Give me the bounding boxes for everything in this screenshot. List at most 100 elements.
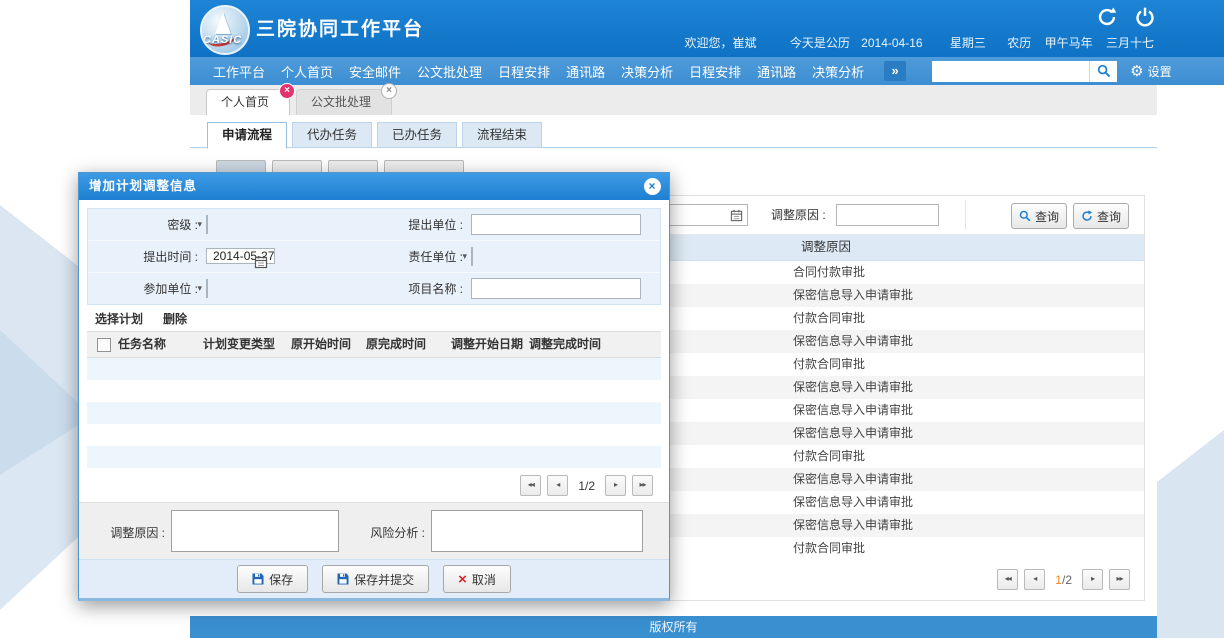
search-input[interactable] <box>932 61 1089 82</box>
top-header: CASIC 三院协同工作平台 欢迎您，崔斌 今天是公历 2014-04-16 星… <box>190 0 1224 58</box>
propose-unit-input[interactable] <box>471 214 641 235</box>
last-page-button[interactable]: ▸▸ <box>1109 569 1130 590</box>
subtab-todo-tasks[interactable]: 代办任务 <box>292 122 372 148</box>
subtabs: 申请流程 代办任务 已办任务 流程结束 <box>207 122 542 149</box>
tab-document-batch[interactable]: 公文批处理 × <box>296 89 392 115</box>
close-icon[interactable]: × <box>644 178 661 195</box>
nav-item-contacts-2[interactable]: 通讯路 <box>757 62 796 81</box>
save-submit-button-label: 保存并提交 <box>354 571 414 588</box>
reason-risk-section: 调整原因 : 风险分析 : <box>79 502 669 559</box>
plan-table-rows <box>87 358 661 468</box>
duty-unit-label: 责任单位 : <box>376 248 471 265</box>
col-task-name: 任务名称 <box>118 332 166 357</box>
search-icon <box>1019 210 1031 222</box>
page-indicator: 1/2 <box>1055 573 1072 587</box>
gear-icon: ⚙ <box>1130 64 1143 79</box>
power-icon[interactable] <box>1134 6 1156 28</box>
prev-page-button[interactable]: ◂ <box>1024 569 1045 590</box>
platform-title: 三院协同工作平台 <box>256 14 424 41</box>
tab-strip: 个人首页 × 公文批处理 × <box>190 85 1157 115</box>
page-indicator: 1/2 <box>578 479 595 493</box>
weekday: 星期三 <box>950 36 986 50</box>
subtab-apply-flow[interactable]: 申请流程 <box>207 122 287 149</box>
cancel-button-label: 取消 <box>472 571 496 588</box>
col-adjust-finish: 调整完成时间 <box>529 332 601 357</box>
settings-button[interactable]: ⚙ 设置 <box>1130 63 1171 80</box>
next-page-button[interactable]: ▸ <box>605 475 626 496</box>
lunar-day: 三月十七 <box>1106 36 1154 50</box>
column-title: 调整原因 <box>801 240 851 254</box>
prev-page-button[interactable]: ◂ <box>547 475 568 496</box>
nav-item-contacts[interactable]: 通讯路 <box>566 62 605 81</box>
risk-analysis-textarea[interactable] <box>431 510 643 552</box>
nav-item-schedule[interactable]: 日程安排 <box>498 62 550 81</box>
nav-item-decision-analysis[interactable]: 决策分析 <box>621 62 673 81</box>
form-row: 提出时间 : 2014-05-27 责任单位 : ▾ <box>88 241 660 273</box>
settings-label: 设置 <box>1148 63 1172 80</box>
search-button[interactable] <box>1089 61 1117 82</box>
background-shape <box>1157 430 1224 638</box>
save-and-submit-button[interactable]: 保存并提交 <box>322 565 429 593</box>
gregorian-date: 2014-04-16 <box>861 36 922 50</box>
save-button[interactable]: 保存 <box>237 565 308 593</box>
tab-close-icon[interactable]: × <box>381 83 397 99</box>
query-button[interactable]: 查询 <box>1011 203 1067 229</box>
reset-button-label: 查询 <box>1097 208 1121 225</box>
nav-item-decision-analysis-2[interactable]: 决策分析 <box>812 62 864 81</box>
adjust-reason-label: 调整原因 : <box>107 524 165 541</box>
select-all-checkbox[interactable] <box>97 338 111 352</box>
plan-table-pagination-row: ◂◂ ◂ 1/2 ▸ ▸▸ <box>87 468 661 502</box>
list-pagination: ◂◂ ◂ 1/2 ▸ ▸▸ <box>997 569 1130 590</box>
refresh-icon[interactable] <box>1096 6 1118 28</box>
dialog-action-bar: 保存 保存并提交 × 取消 <box>79 559 669 598</box>
welcome-user: 欢迎您，崔斌 <box>684 36 756 50</box>
next-page-button[interactable]: ▸ <box>1082 569 1103 590</box>
application-window: CASIC 三院协同工作平台 欢迎您，崔斌 今天是公历 2014-04-16 星… <box>0 0 1224 638</box>
nav-more-button[interactable]: » <box>884 61 906 81</box>
footer-copyright: 版权所有 <box>190 616 1157 638</box>
col-change-type: 计划变更类型 <box>203 332 275 357</box>
plan-table-header: 任务名称 计划变更类型 原开始时间 原完成时间 调整开始日期 调整完成时间 <box>87 331 661 358</box>
propose-time-input[interactable]: 2014-05-27 <box>206 248 275 264</box>
select-plan-link[interactable]: 选择计划 <box>95 310 143 327</box>
form-row: 密级 : ▾ 提出单位 : <box>88 209 660 241</box>
filter-reason-input[interactable] <box>836 204 939 226</box>
empty-row <box>87 446 661 468</box>
empty-row <box>87 424 661 446</box>
query-button-label: 查询 <box>1035 208 1059 225</box>
chevron-down-icon: ▾ <box>197 283 202 294</box>
secret-level-select[interactable]: ▾ <box>206 215 208 234</box>
reset-query-button[interactable]: 查询 <box>1073 203 1129 229</box>
nav-item-secure-mail[interactable]: 安全邮件 <box>349 62 401 81</box>
chevron-down-icon: ▾ <box>462 251 467 262</box>
join-unit-select[interactable]: ▾ <box>206 279 208 298</box>
delete-link[interactable]: 删除 <box>163 310 187 327</box>
nav-item-workplatform[interactable]: 工作平台 <box>213 62 265 81</box>
casic-logo: CASIC <box>200 5 250 55</box>
logo-text: CASIC <box>203 34 242 46</box>
dialog-form: 密级 : ▾ 提出单位 : 提出时间 : 2014-05-27 <box>87 208 661 305</box>
subtab-flow-end[interactable]: 流程结束 <box>462 122 542 148</box>
nav-item-schedule-2[interactable]: 日程安排 <box>689 62 741 81</box>
today-label: 今天是公历 <box>790 36 850 50</box>
propose-time-label: 提出时间 : <box>88 248 206 265</box>
first-page-button[interactable]: ◂◂ <box>997 569 1018 590</box>
tab-personal-home[interactable]: 个人首页 × <box>206 89 290 115</box>
nav-item-personal-home[interactable]: 个人首页 <box>281 62 333 81</box>
calendar-icon[interactable] <box>730 209 743 225</box>
nav-item-document-batch[interactable]: 公文批处理 <box>417 62 482 81</box>
subtab-done-tasks[interactable]: 已办任务 <box>377 122 457 148</box>
propose-unit-label: 提出单位 : <box>376 216 471 233</box>
divider <box>965 200 966 230</box>
last-page-button[interactable]: ▸▸ <box>632 475 653 496</box>
first-page-button[interactable]: ◂◂ <box>520 475 541 496</box>
adjust-reason-textarea[interactable] <box>171 510 339 552</box>
lunar-year: 甲午马年 <box>1045 36 1093 50</box>
duty-unit-select[interactable]: ▾ <box>471 247 473 266</box>
col-adjust-start: 调整开始日期 <box>451 332 523 357</box>
tab-close-icon[interactable]: × <box>279 83 295 99</box>
secret-level-label: 密级 : <box>88 216 206 233</box>
project-name-label: 项目名称 : <box>376 280 471 297</box>
cancel-button[interactable]: × 取消 <box>443 565 511 593</box>
project-name-input[interactable] <box>471 278 641 299</box>
